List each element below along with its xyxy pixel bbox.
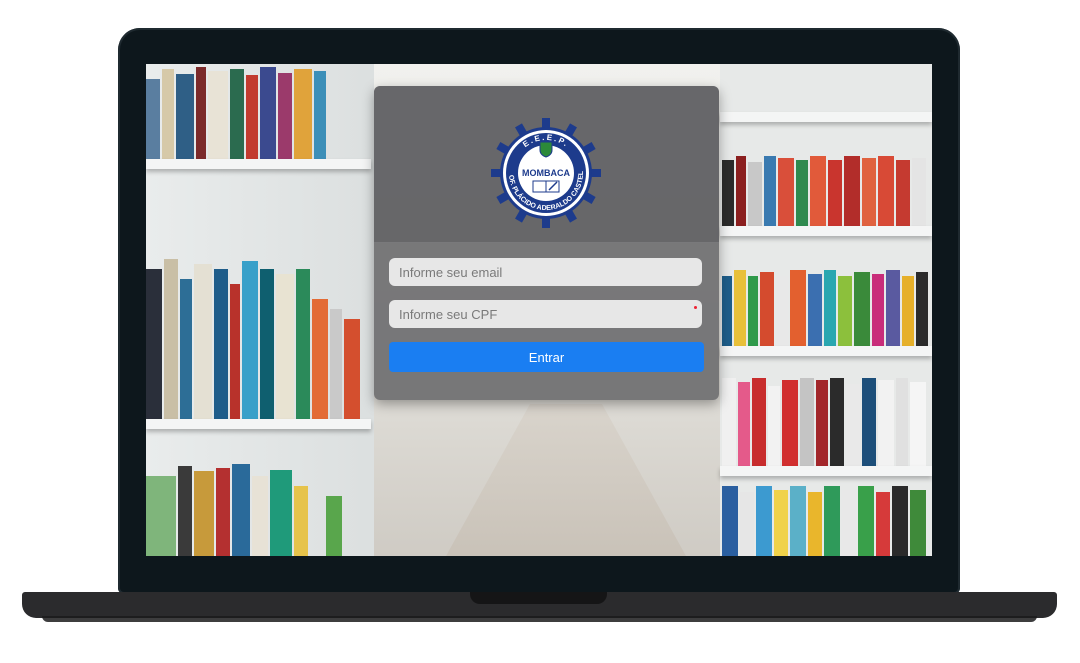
submit-button[interactable]: Entrar (389, 342, 704, 372)
email-input[interactable] (389, 258, 702, 286)
login-panel: MOMBACA E.E.E.P. PROF. PLÁCIDO ADERALDO … (374, 86, 719, 400)
laptop-notch (470, 592, 607, 604)
school-emblem-icon: MOMBACA E.E.E.P. PROF. PLÁCIDO ADERALDO … (491, 118, 601, 228)
laptop-mockup: MOMBACA E.E.E.P. PROF. PLÁCIDO ADERALDO … (0, 0, 1080, 663)
logo-center-text: MOMBACA (522, 168, 570, 178)
logo-header: MOMBACA E.E.E.P. PROF. PLÁCIDO ADERALDO … (374, 86, 719, 243)
required-indicator (694, 306, 697, 309)
laptop-base-shadow (42, 616, 1037, 622)
bookshelf-right (720, 64, 932, 556)
cpf-input[interactable] (389, 300, 702, 328)
